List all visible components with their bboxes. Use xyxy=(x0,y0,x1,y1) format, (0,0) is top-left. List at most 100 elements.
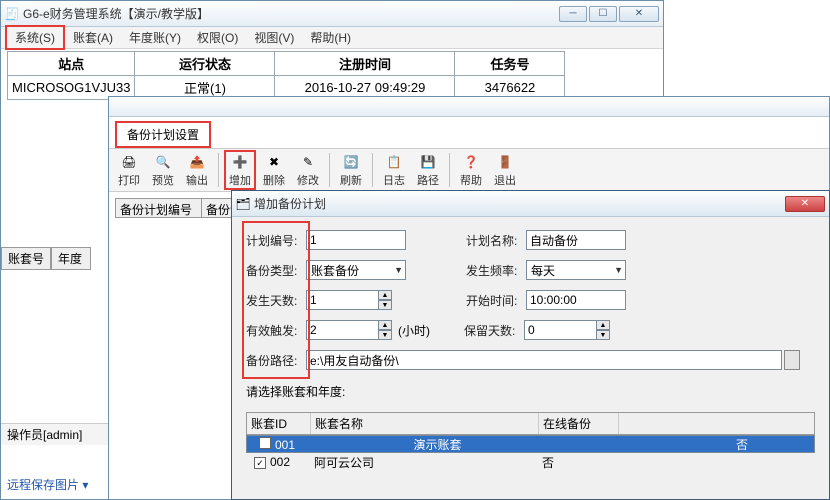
chevron-down-icon: ▼ xyxy=(394,265,403,275)
list-item[interactable]: ✓002阿可云公司否 xyxy=(246,453,815,471)
menu-permission[interactable]: 权限(O) xyxy=(189,27,246,48)
cell-id: 001 xyxy=(275,438,295,452)
help-icon: ❓ xyxy=(462,153,480,171)
up-icon[interactable]: ▲ xyxy=(378,320,392,330)
exit-icon: 🚪 xyxy=(496,153,514,171)
toolbar-label: 删除 xyxy=(263,172,285,188)
toolbar-label: 帮助 xyxy=(460,172,482,188)
toolbar-separator xyxy=(329,153,330,187)
operator-label: 操作员[admin] xyxy=(7,428,82,442)
toolbar-打印[interactable]: 🖨打印 xyxy=(113,150,145,190)
checkbox[interactable] xyxy=(259,437,271,449)
col-taskno: 任务号 xyxy=(455,52,565,76)
up-icon[interactable]: ▲ xyxy=(596,320,610,330)
main-menubar: 系统(S) 账套(A) 年度账(Y) 权限(O) 视图(V) 帮助(H) xyxy=(1,27,663,49)
tab-backup-plan[interactable]: 备份计划设置 xyxy=(115,121,211,148)
freq-select[interactable]: 每天▼ xyxy=(526,260,626,280)
toolbar-label: 日志 xyxy=(383,172,405,188)
toolbar-退出[interactable]: 🚪退出 xyxy=(489,150,521,190)
path-icon: 💾 xyxy=(419,153,437,171)
preview-icon: 🔍 xyxy=(154,153,172,171)
plan-name-label: 计划名称: xyxy=(466,232,526,249)
side-col-acct: 账套号 xyxy=(1,247,51,270)
toolbar-日志[interactable]: 📋日志 xyxy=(378,150,410,190)
start-label: 开始时间: xyxy=(466,292,526,309)
toolbar: 🖨打印🔍预览📤输出➕增加✖删除✎修改🔄刷新📋日志💾路径❓帮助🚪退出 xyxy=(109,148,829,192)
toolbar-label: 输出 xyxy=(186,172,208,188)
main-titlebar: 🧾 G6-e财务管理系统【演示/教学版】 ─ ☐ ✕ xyxy=(1,1,663,27)
menu-year[interactable]: 年度账(Y) xyxy=(121,27,189,48)
col-runstate: 运行状态 xyxy=(135,52,275,76)
type-select[interactable]: 账套备份▼ xyxy=(306,260,406,280)
main-title: G6-e财务管理系统【演示/教学版】 xyxy=(23,5,559,22)
toolbar-label: 刷新 xyxy=(340,172,362,188)
cell-name: 阿可云公司 xyxy=(310,454,538,471)
toolbar-输出[interactable]: 📤输出 xyxy=(181,150,213,190)
toolbar-separator xyxy=(449,153,450,187)
log-icon: 📋 xyxy=(385,153,403,171)
toolbar-路径[interactable]: 💾路径 xyxy=(412,150,444,190)
refresh-icon: 🔄 xyxy=(342,153,360,171)
menu-system[interactable]: 系统(S) xyxy=(5,25,65,50)
menu-help[interactable]: 帮助(H) xyxy=(302,27,359,48)
toolbar-label: 修改 xyxy=(297,172,319,188)
keep-label: 保留天数: xyxy=(464,322,524,339)
down-icon[interactable]: ▼ xyxy=(378,330,392,340)
toolbar-label: 退出 xyxy=(494,172,516,188)
toolbar-label: 增加 xyxy=(229,172,251,188)
up-icon[interactable]: ▲ xyxy=(378,290,392,300)
toolbar-增加[interactable]: ➕增加 xyxy=(224,150,256,190)
plan-no-input[interactable] xyxy=(306,230,406,250)
checkbox[interactable]: ✓ xyxy=(254,457,266,469)
dialog-icon: 🗂 xyxy=(236,197,250,211)
menu-view[interactable]: 视图(V) xyxy=(246,27,302,48)
freq-label: 发生频率: xyxy=(466,262,526,279)
dialog-titlebar: 🗂 增加备份计划 ✕ xyxy=(232,191,829,217)
lcol-online: 在线备份 xyxy=(539,413,619,434)
days-stepper[interactable]: ▲▼ xyxy=(306,290,392,310)
app-icon: 🧾 xyxy=(5,7,19,21)
plan-titlebar xyxy=(109,97,829,117)
plan-name-input[interactable] xyxy=(526,230,626,250)
toolbar-label: 预览 xyxy=(152,172,174,188)
delete-icon: ✖ xyxy=(265,153,283,171)
path-input[interactable] xyxy=(306,350,782,370)
toolbar-label: 打印 xyxy=(118,172,140,188)
keep-stepper[interactable]: ▲▼ xyxy=(524,320,610,340)
add-icon: ➕ xyxy=(231,153,249,171)
toolbar-修改[interactable]: ✎修改 xyxy=(292,150,324,190)
status-table: 站点 运行状态 注册时间 任务号 MICROSOG1VJU33 正常(1) 20… xyxy=(7,51,565,100)
toolbar-帮助[interactable]: ❓帮助 xyxy=(455,150,487,190)
cell-online: 否 xyxy=(538,454,618,471)
list-item[interactable]: 001演示账套否 xyxy=(246,435,815,453)
down-icon[interactable]: ▼ xyxy=(596,330,610,340)
side-col-year: 年度 xyxy=(51,247,91,270)
toolbar-label: 路径 xyxy=(417,172,439,188)
add-backup-dialog: 🗂 增加备份计划 ✕ 计划编号: 计划名称: 备份类型: 账套备份▼ 发生频率:… xyxy=(231,190,830,500)
lcol-name: 账套名称 xyxy=(311,413,539,434)
start-time-input[interactable] xyxy=(526,290,626,310)
toolbar-刷新[interactable]: 🔄刷新 xyxy=(335,150,367,190)
toolbar-预览[interactable]: 🔍预览 xyxy=(147,150,179,190)
chevron-down-icon: ▼ xyxy=(614,265,623,275)
browse-button[interactable] xyxy=(784,350,800,370)
col-site: 站点 xyxy=(8,52,135,76)
trigger-unit: (小时) xyxy=(398,322,430,339)
menu-account[interactable]: 账套(A) xyxy=(65,27,121,48)
dialog-close-button[interactable]: ✕ xyxy=(785,196,825,212)
lcol-id: 账套ID xyxy=(247,413,311,434)
cell-name: 演示账套 xyxy=(410,436,638,453)
maximize-button[interactable]: ☐ xyxy=(589,6,617,22)
minimize-button[interactable]: ─ xyxy=(559,6,587,22)
remote-save-link[interactable]: 远程保存图片 ▾ xyxy=(7,476,88,493)
down-icon[interactable]: ▼ xyxy=(378,300,392,310)
close-button[interactable]: ✕ xyxy=(619,6,659,22)
trigger-stepper[interactable]: ▲▼ xyxy=(306,320,392,340)
toolbar-删除[interactable]: ✖删除 xyxy=(258,150,290,190)
print-icon: 🖨 xyxy=(120,153,138,171)
edit-icon: ✎ xyxy=(299,153,317,171)
col-regtime: 注册时间 xyxy=(275,52,455,76)
dialog-title: 增加备份计划 xyxy=(254,195,785,212)
labels-highlight xyxy=(242,221,310,379)
export-icon: 📤 xyxy=(188,153,206,171)
